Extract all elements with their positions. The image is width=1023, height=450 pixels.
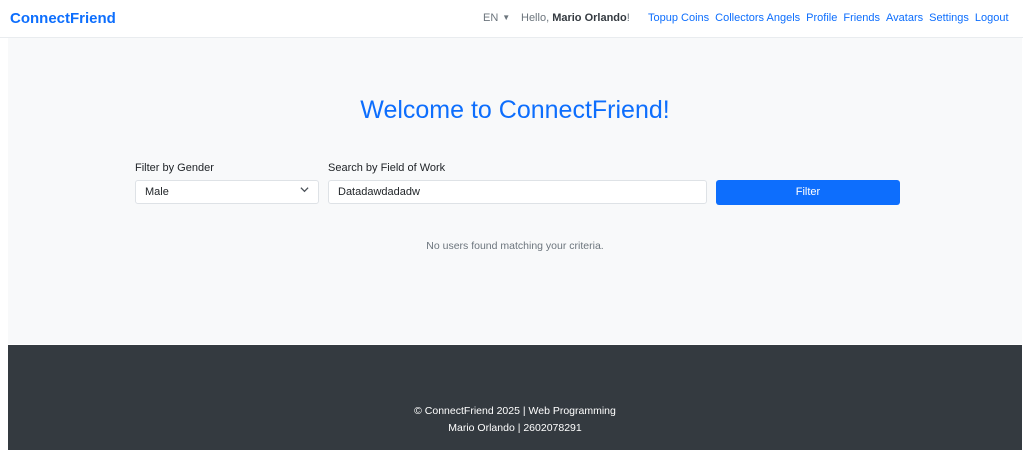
main-content: Welcome to ConnectFriend! Filter by Gend… — [8, 38, 1022, 344]
nav-link-collectors-angels[interactable]: Collectors Angels — [715, 12, 800, 24]
top-navbar: ConnectFriend EN ▼ Hello, Mario Orlando! … — [0, 0, 1023, 38]
empty-results-message: No users found matching your criteria. — [426, 240, 604, 252]
nav-link-friends[interactable]: Friends — [843, 12, 880, 24]
chevron-down-icon — [300, 185, 309, 197]
brand-logo[interactable]: ConnectFriend — [10, 10, 116, 27]
nav-link-profile[interactable]: Profile — [806, 12, 837, 24]
footer-copyright: © ConnectFriend 2025 | Web Programming — [414, 405, 616, 417]
gender-select[interactable]: Male — [135, 180, 319, 204]
nav-link-topup-coins[interactable]: Topup Coins — [648, 12, 709, 24]
user-name: Mario Orlando — [552, 12, 627, 24]
work-search-label: Search by Field of Work — [328, 162, 446, 174]
nav-link-settings[interactable]: Settings — [929, 12, 969, 24]
filter-button[interactable]: Filter — [716, 180, 900, 205]
nav-link-logout[interactable]: Logout — [975, 12, 1009, 24]
greeting-prefix: Hello, — [521, 12, 550, 24]
page-title: Welcome to ConnectFriend! — [360, 96, 670, 124]
user-greeting: Hello, Mario Orlando! — [521, 12, 630, 24]
gender-select-value: Male — [145, 186, 169, 198]
language-dropdown[interactable]: EN ▼ — [483, 12, 510, 24]
work-search-input[interactable]: Datadawdadadw — [328, 180, 707, 204]
greeting-suffix: ! — [626, 12, 630, 24]
footer-author: Mario Orlando | 2602078291 — [448, 422, 582, 434]
gender-filter-label: Filter by Gender — [135, 162, 214, 174]
caret-down-icon: ▼ — [502, 13, 511, 22]
footer: © ConnectFriend 2025 | Web Programming M… — [8, 345, 1022, 450]
nav-links: Topup Coins Collectors Angels Profile Frien… — [648, 12, 1009, 24]
language-label: EN — [483, 12, 499, 24]
nav-link-avatars[interactable]: Avatars — [886, 12, 923, 24]
